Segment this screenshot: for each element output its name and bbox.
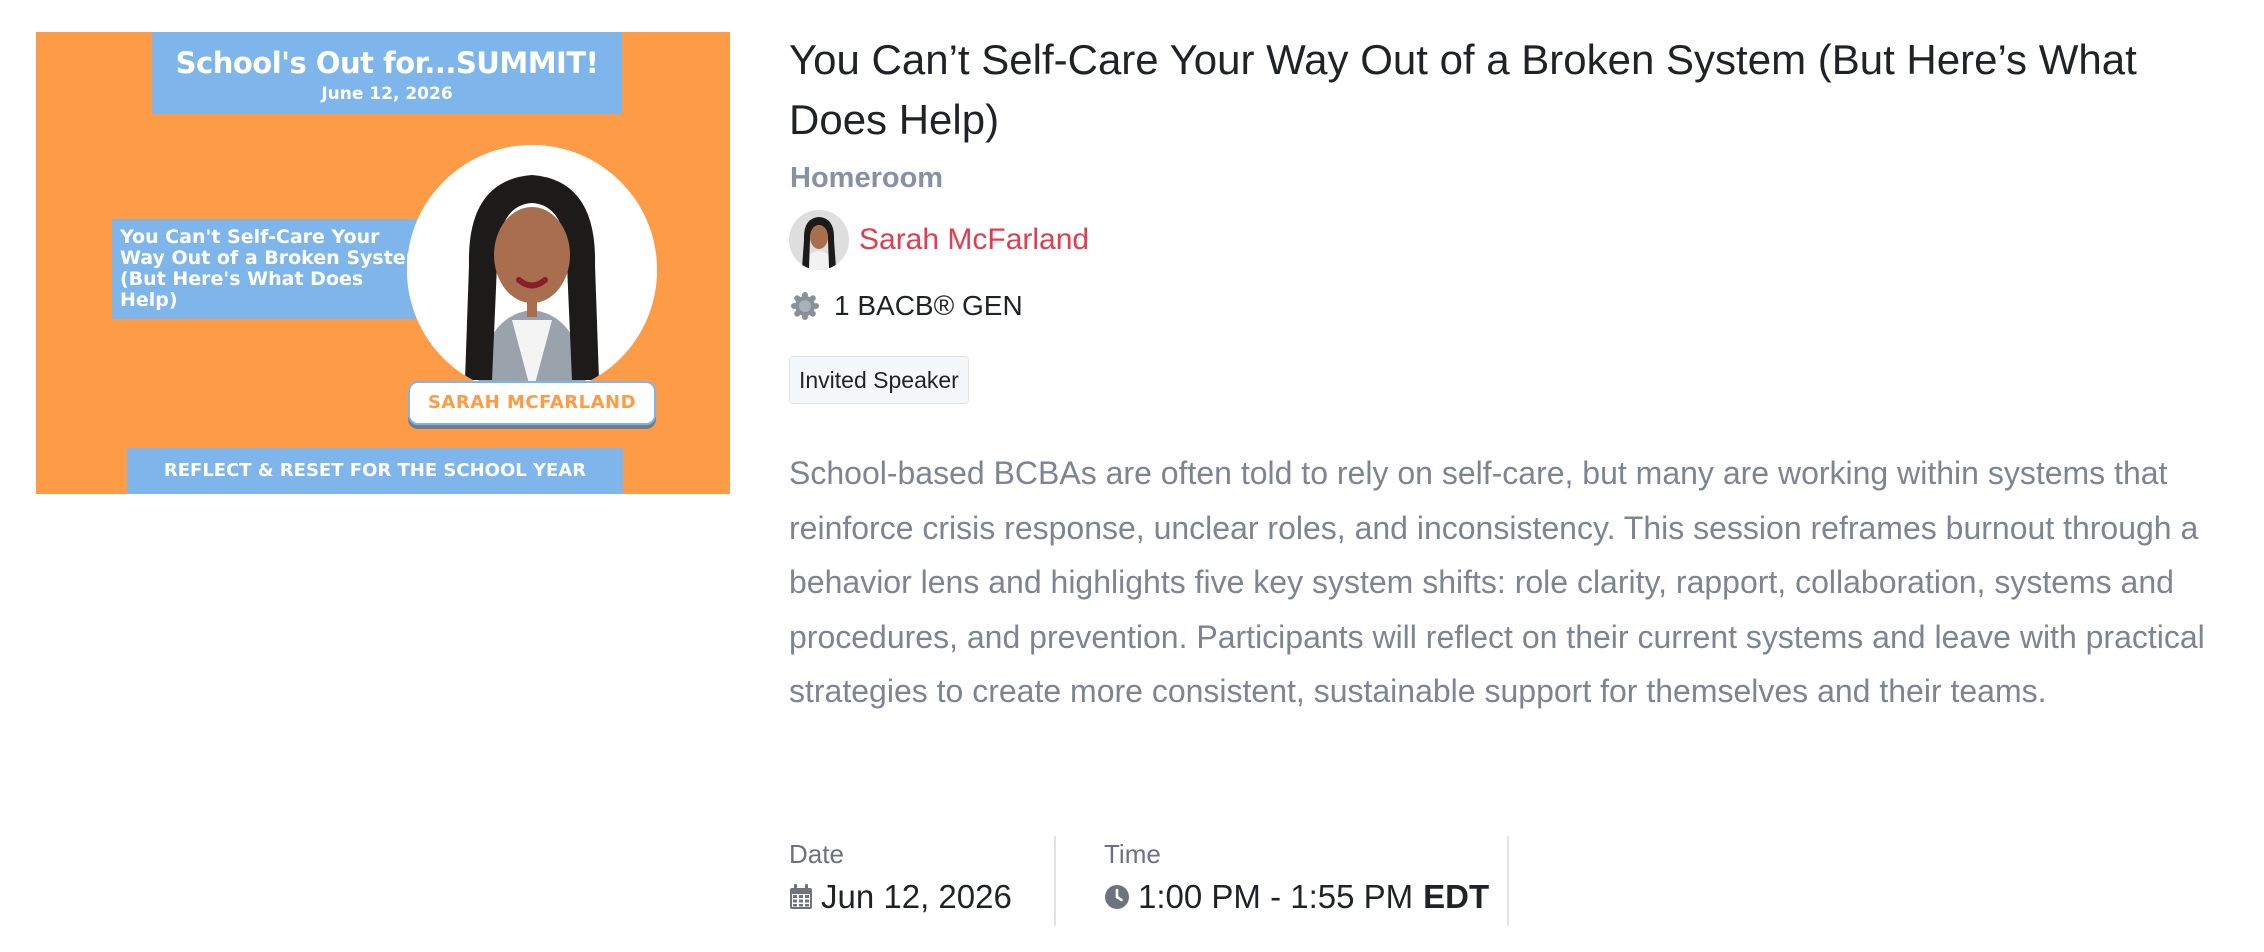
date-value: Jun 12, 2026 (821, 878, 1012, 915)
seal-icon (791, 292, 819, 320)
credit-info: 1 BACB® GEN (790, 290, 1023, 322)
timezone: EDT (1423, 878, 1490, 915)
calendar-icon (790, 884, 812, 909)
banner-speaker-photo (407, 145, 657, 395)
speaker-name[interactable]: Sarah McFarland (859, 223, 1089, 257)
banner-footer: REFLECT & RESET FOR THE SCHOOL YEAR (127, 448, 623, 494)
time-label: Time (1104, 839, 1161, 869)
session-title: You Can’t Self-Care Your Way Out of a Br… (789, 36, 2137, 143)
speaker-link[interactable]: Sarah McFarland (789, 208, 1089, 272)
time-cell: Time 1:00 PM - 1:55 PM EDT (1056, 836, 1509, 926)
banner-title-box: School's Out for...SUMMIT! June 12, 2026 (152, 32, 622, 114)
clock-icon (1105, 885, 1129, 909)
banner-speaker-tag: SARAH MCFARLAND (408, 381, 656, 425)
banner-summit-date: June 12, 2026 (321, 84, 453, 104)
invited-speaker-tag: Invited Speaker (789, 356, 969, 404)
banner-session-title: You Can't Self-Care Your Way Out of a Br… (112, 219, 432, 319)
session-track: Homeroom (790, 162, 944, 194)
credit-label: 1 BACB® GEN (834, 290, 1023, 321)
date-value-row: Jun 12, 2026 (789, 872, 1054, 922)
speaker-avatar[interactable] (789, 210, 849, 270)
session-banner-image: School's Out for...SUMMIT! June 12, 2026… (36, 32, 730, 494)
banner-summit-title: School's Out for...SUMMIT! (175, 46, 599, 80)
date-label: Date (789, 839, 844, 869)
speaker-photo-illustration (407, 145, 657, 395)
time-value-row: 1:00 PM - 1:55 PM EDT (1104, 872, 1507, 922)
session-description: School-based BCBAs are often told to rel… (789, 455, 2205, 709)
session-meta: Date Jun 12, 2026 Time 1:00 PM - 1:55 PM… (789, 836, 1509, 926)
date-cell: Date Jun 12, 2026 (789, 836, 1056, 926)
time-value: 1:00 PM - 1:55 PM (1138, 878, 1414, 915)
